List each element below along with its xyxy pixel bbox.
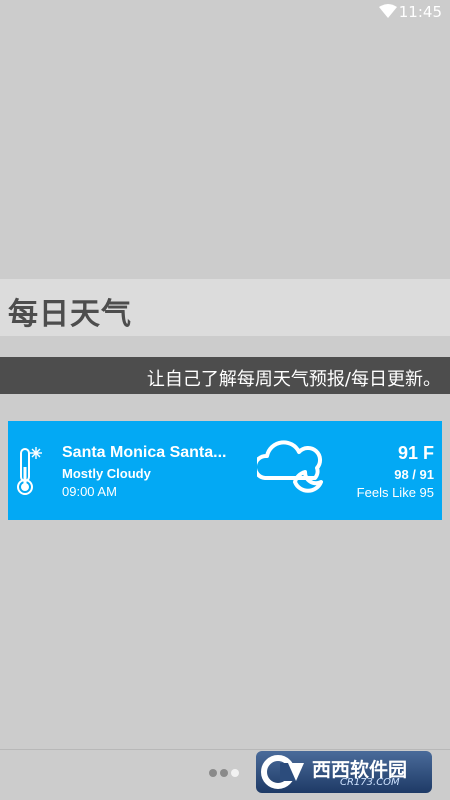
forecast-time: 09:00 AM	[62, 484, 117, 499]
wifi-icon	[379, 4, 397, 23]
watermark-subtext: CR173.COM	[340, 777, 400, 788]
location-name: Santa Monica Santa...	[62, 444, 227, 461]
title-band: 每日天气	[0, 279, 450, 336]
page-title: 每日天气	[8, 297, 132, 332]
page-subtitle: 让自己了解每周天气预报/每日更新。	[146, 369, 441, 390]
high-low-temperature: 98 / 91	[394, 467, 434, 482]
page-dot-2	[220, 769, 228, 777]
watermark-logo: 西西软件园 CR173.COM	[256, 751, 432, 793]
subtitle-band: 让自己了解每周天气预报/每日更新。	[0, 357, 450, 394]
feels-like: Feels Like 95	[356, 485, 434, 500]
weather-condition: Mostly Cloudy	[62, 466, 151, 481]
page-dot-1	[209, 769, 217, 777]
bottom-divider	[0, 749, 450, 750]
temperature: 91 F	[397, 443, 434, 463]
weather-card[interactable]: Santa Monica Santa... Mostly Cloudy 09:0…	[8, 421, 442, 520]
status-time: 11:45	[398, 3, 442, 21]
status-bar: 11:45	[0, 0, 450, 24]
cloud-moon-icon	[252, 436, 327, 503]
thermometer-snowflake-icon	[17, 445, 45, 502]
page-dot-3	[231, 769, 239, 777]
